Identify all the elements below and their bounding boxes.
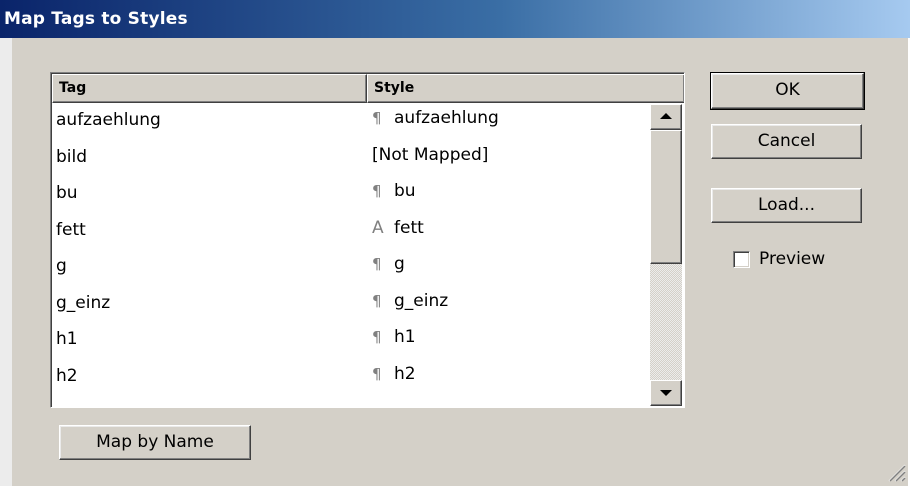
title-bar[interactable]: Map Tags to Styles bbox=[0, 0, 910, 38]
dialog-window: Map Tags to Styles Tag Style aufzaehlung… bbox=[0, 0, 910, 486]
pilcrow-icon: ¶ bbox=[372, 328, 382, 346]
pilcrow-icon: ¶ bbox=[372, 291, 382, 310]
style-name: g_einz bbox=[394, 290, 449, 311]
column-header-style[interactable]: Style bbox=[367, 74, 684, 103]
tag-name: bild bbox=[56, 146, 88, 167]
list-item[interactable]: g ¶ g bbox=[52, 250, 650, 287]
style-cell[interactable]: ¶ g bbox=[372, 254, 405, 274]
list-item[interactable]: fett Afett bbox=[52, 214, 650, 251]
map-by-name-button[interactable]: Map by Name bbox=[59, 425, 251, 460]
style-name: [Not Mapped] bbox=[372, 144, 489, 165]
list-rows: aufzaehlung ¶ aufzaehlung bild [Not Mappe… bbox=[52, 104, 650, 396]
preview-checkbox[interactable] bbox=[733, 251, 750, 268]
list-item[interactable]: aufzaehlung ¶ aufzaehlung bbox=[52, 104, 650, 141]
pilcrow-icon: ¶ bbox=[372, 182, 382, 200]
preview-label[interactable]: Preview bbox=[759, 249, 825, 269]
style-name: h2 bbox=[394, 363, 416, 384]
list-item[interactable]: g_einz ¶ g_einz bbox=[52, 287, 650, 324]
style-name: bu bbox=[394, 181, 416, 201]
style-cell[interactable]: ¶ aufzaehlung bbox=[372, 108, 499, 128]
tag-name: fett bbox=[56, 219, 86, 240]
tag-style-list[interactable]: Tag Style aufzaehlung ¶ aufzaehlung bild … bbox=[50, 72, 685, 408]
tag-name: h2 bbox=[56, 365, 78, 386]
style-cell[interactable]: [Not Mapped] bbox=[372, 145, 488, 165]
character-style-icon: A bbox=[372, 217, 384, 238]
style-cell[interactable]: ¶ h1 bbox=[372, 327, 416, 347]
style-cell[interactable]: ¶ bu bbox=[372, 181, 416, 201]
list-item[interactable]: h1 ¶ h1 bbox=[52, 323, 650, 360]
cancel-button[interactable]: Cancel bbox=[711, 124, 862, 159]
window-left-edge bbox=[0, 38, 12, 486]
scroll-down-arrow-icon bbox=[660, 390, 672, 396]
style-name: aufzaehlung bbox=[394, 108, 499, 128]
style-cell[interactable]: ¶ g_einz bbox=[372, 291, 448, 311]
load-button[interactable]: Load... bbox=[711, 188, 862, 223]
list-header: Tag Style bbox=[52, 74, 684, 103]
list-item[interactable]: h2 ¶ h2 bbox=[52, 360, 650, 397]
window-title: Map Tags to Styles bbox=[4, 9, 188, 29]
style-name: fett bbox=[394, 217, 424, 238]
style-name: g bbox=[394, 254, 405, 274]
pilcrow-icon: ¶ bbox=[372, 364, 382, 383]
style-name: h1 bbox=[394, 327, 416, 347]
tag-name: aufzaehlung bbox=[56, 110, 161, 130]
ok-button[interactable]: OK bbox=[710, 72, 865, 110]
style-cell[interactable]: ¶ h2 bbox=[372, 364, 416, 384]
list-item[interactable]: bild [Not Mapped] bbox=[52, 141, 650, 178]
vertical-scrollbar[interactable] bbox=[650, 104, 682, 406]
style-cell[interactable]: Afett bbox=[372, 218, 424, 238]
scroll-down-button[interactable] bbox=[650, 380, 682, 406]
pilcrow-icon: ¶ bbox=[372, 255, 382, 273]
scroll-up-button[interactable] bbox=[650, 104, 682, 130]
pilcrow-icon: ¶ bbox=[372, 109, 382, 127]
tag-name: bu bbox=[56, 183, 78, 203]
tag-name: g_einz bbox=[56, 292, 111, 313]
tag-name: g bbox=[56, 256, 67, 276]
scrollbar-thumb[interactable] bbox=[650, 130, 682, 264]
tag-name: h1 bbox=[56, 329, 78, 349]
list-item[interactable]: bu ¶ bu bbox=[52, 177, 650, 214]
column-header-tag[interactable]: Tag bbox=[52, 74, 367, 103]
resize-grip-icon[interactable] bbox=[886, 462, 906, 482]
scroll-up-arrow-icon bbox=[660, 113, 672, 119]
